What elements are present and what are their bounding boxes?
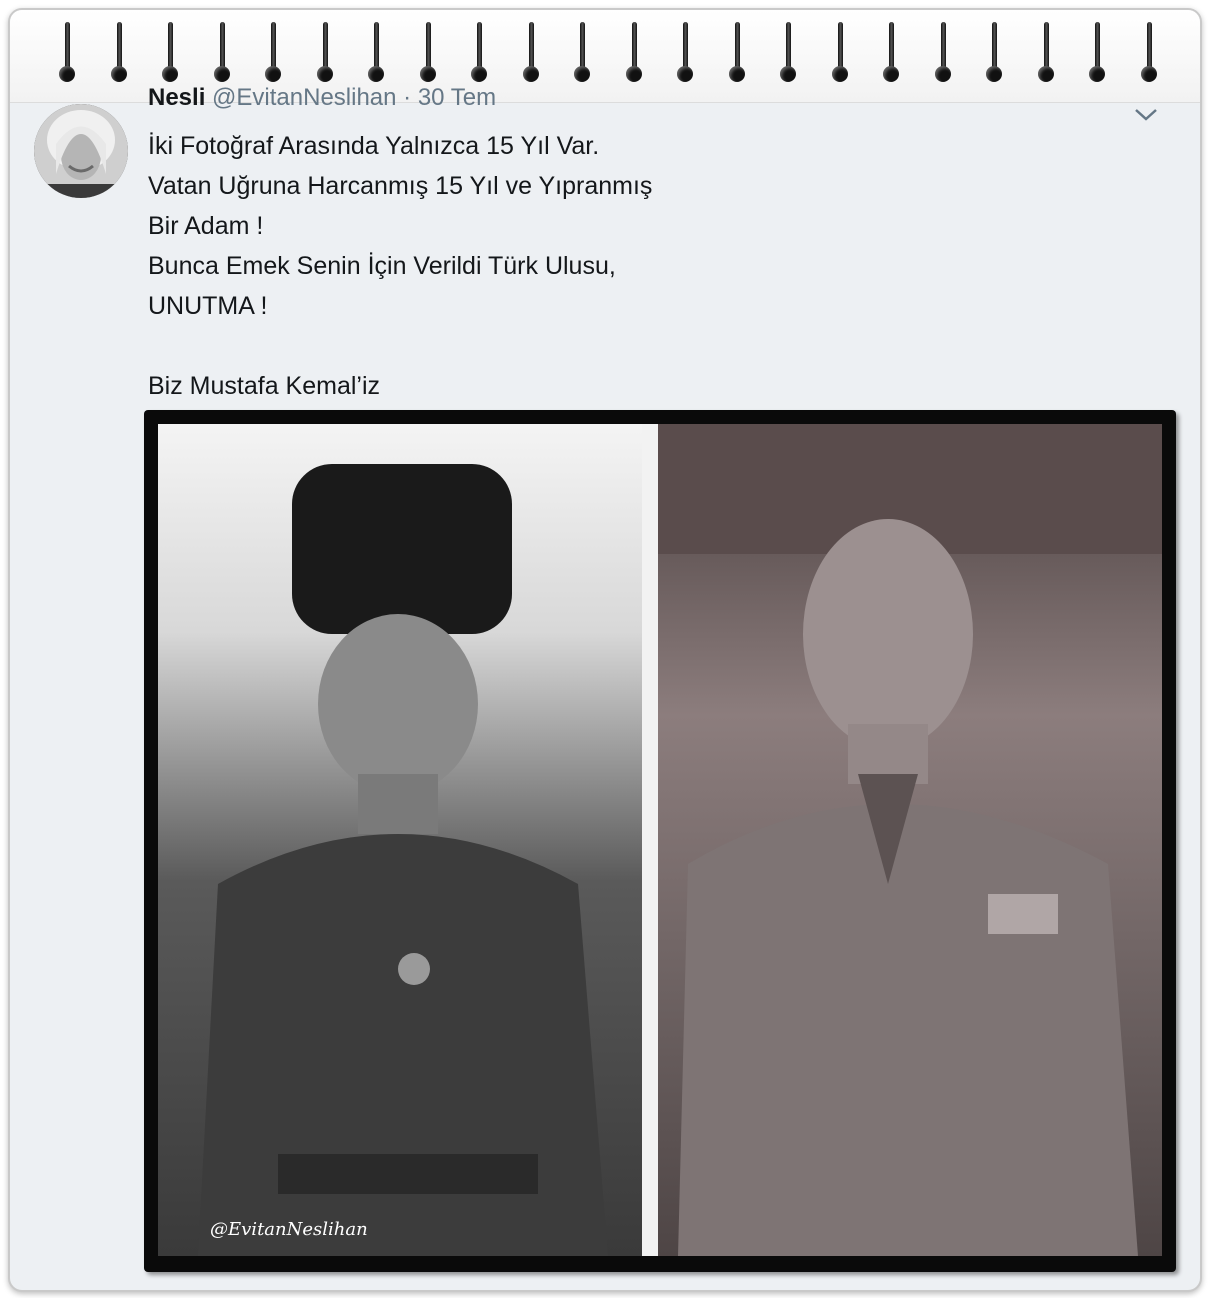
binder-ring-icon [1089, 22, 1105, 84]
binder-ring-icon [574, 22, 590, 84]
chevron-down-icon[interactable] [1134, 102, 1158, 128]
photo-left[interactable]: @EvitanNeslihan [158, 424, 642, 1256]
binder-ring-icon [831, 22, 848, 84]
binder-ring-icon [522, 22, 539, 84]
binder-ring-icon [625, 22, 642, 84]
avatar[interactable] [34, 104, 128, 198]
tweet: Nesli @EvitanNeslihan · 30 Tem İki Fotoğ… [10, 84, 1200, 1290]
binder-ring-icon [986, 22, 1002, 84]
tweet-text: İki Fotoğraf Arasında Yalnızca 15 Yıl Va… [148, 126, 1128, 406]
photo-right[interactable] [658, 424, 1162, 1256]
tweet-text-line: Biz Mustafa Kemal’iz [148, 372, 381, 400]
binder-ring-icon [883, 22, 899, 84]
binder-ring-icon [1140, 22, 1157, 84]
tweet-text-line: Vatan Uğruna Harcanmış 15 Yıl ve Yıpranm… [148, 172, 653, 200]
binder-ring-icon [213, 22, 230, 84]
tweet-text-line: UNUTMA ! [148, 292, 268, 320]
binder-ring-icon [110, 22, 127, 84]
binder-ring-icon [419, 22, 436, 84]
portrait-suit-image [658, 424, 1162, 1256]
binder-ring-icon [265, 22, 281, 84]
photo-divider [642, 424, 658, 1256]
binder-ring-icon [934, 22, 951, 84]
watermark: @EvitanNeslihan [210, 1219, 368, 1240]
binder-ring-icon [162, 22, 178, 84]
portrait-uniform-image [198, 464, 608, 1256]
binder-ring-icon [1037, 22, 1054, 84]
notepad-frame: Nesli @EvitanNeslihan · 30 Tem İki Fotoğ… [8, 8, 1202, 1292]
binder-ring-icon [316, 22, 333, 84]
tweet-text-line [148, 326, 1128, 366]
binder-ring-icon [471, 22, 487, 84]
tweet-text-line: İki Fotoğraf Arasında Yalnızca 15 Yıl Va… [148, 132, 600, 160]
tweet-date[interactable]: · 30 Tem [403, 84, 496, 111]
author-name[interactable]: Nesli [148, 84, 205, 111]
tweet-text-line: Bir Adam ! [148, 212, 264, 240]
binder-ring-icon [728, 22, 745, 84]
author-handle[interactable]: @EvitanNeslihan [212, 84, 396, 111]
tweet-header: Nesli @EvitanNeslihan · 30 Tem [148, 84, 496, 112]
avatar-image [34, 104, 128, 198]
binder-ring-icon [780, 22, 796, 84]
binder-ring-icon [677, 22, 693, 84]
tweet-text-line: Bunca Emek Senin İçin Verildi Türk Ulusu… [148, 252, 616, 280]
binder-ring-icon [368, 22, 384, 84]
tweet-media[interactable]: @EvitanNeslihan [144, 410, 1176, 1272]
binder-ring-icon [59, 22, 75, 84]
